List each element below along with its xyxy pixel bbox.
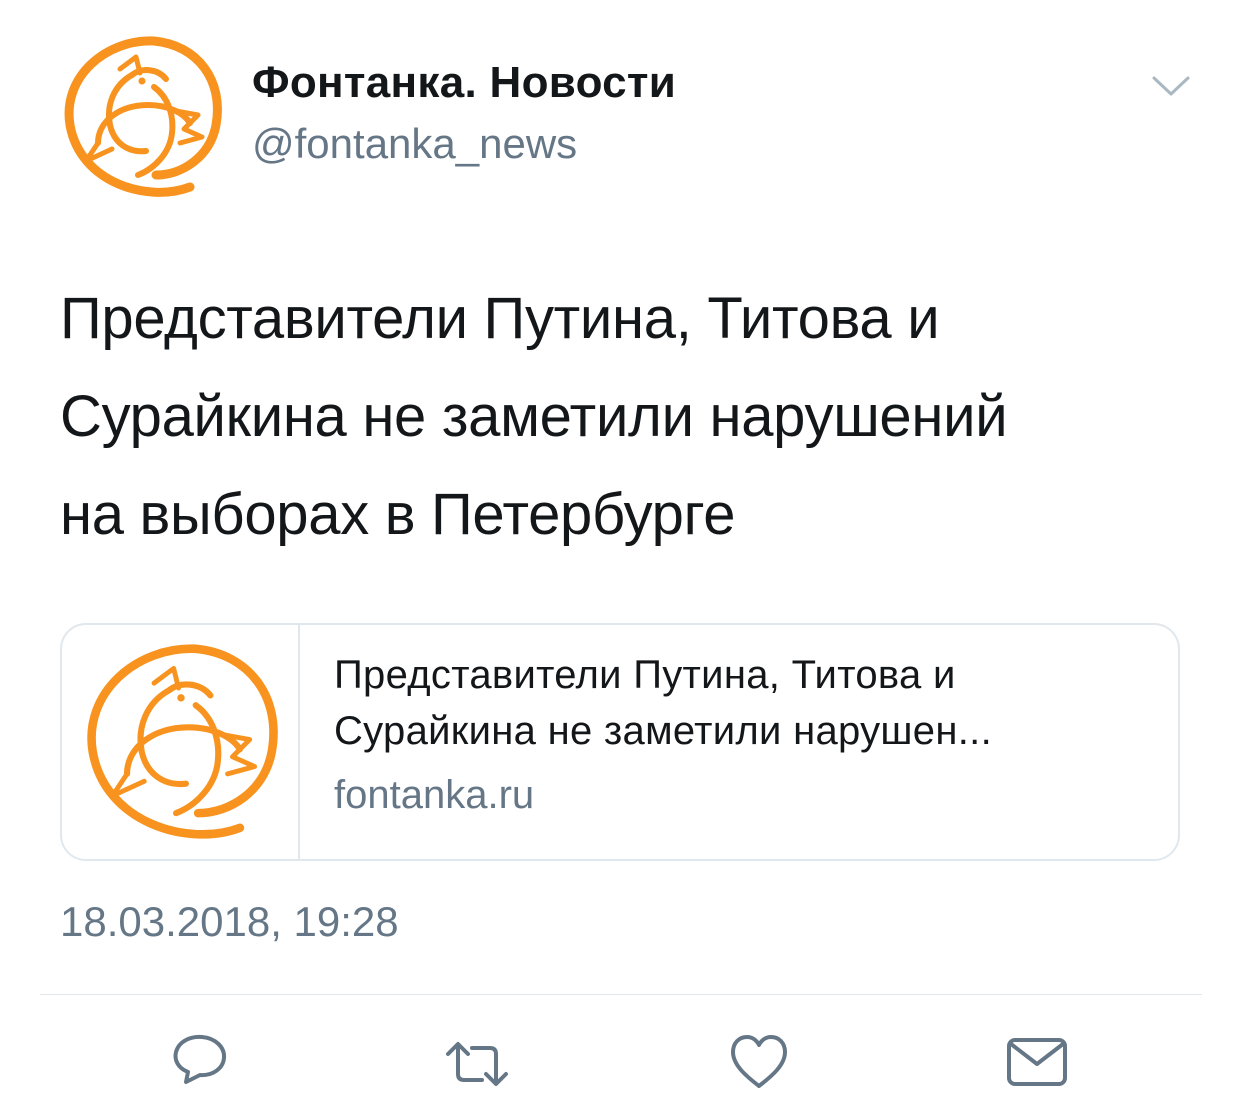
like-button[interactable] [724,1028,794,1098]
reply-button[interactable] [166,1028,236,1098]
card-domain: fontanka.ru [334,773,535,817]
like-icon [731,1035,787,1088]
tweet: Фонтанка. Новости @fontanka_news Предста… [0,0,1242,1108]
share-dm-button[interactable] [1003,1028,1073,1098]
link-card[interactable]: Представители Путина, Титова и Сурайкина… [60,623,1180,861]
avatar[interactable] [58,33,226,201]
chevron-down-icon[interactable] [1150,72,1192,102]
card-title[interactable]: Представители Путина, Титова и Сурайкина… [334,647,1154,759]
tweet-timestamp[interactable]: 18.03.2018, 19:28 [60,898,399,946]
card-title-line: Представители Путина, Титова и [334,653,956,697]
share-dm-icon [1007,1038,1067,1086]
divider [40,994,1202,995]
tweet-text-line: Представители Путина, Титова и [60,286,940,351]
retweet-button[interactable] [442,1028,512,1098]
author-name[interactable]: Фонтанка. Новости [252,58,676,108]
reply-icon [173,1034,227,1084]
card-thumbnail[interactable] [62,625,300,859]
tweet-text: Представители Путина, Титова и Сурайкина… [60,270,1180,564]
tweet-text-line: на выборах в Петербурге [60,482,736,547]
tweet-text-line: Сурайкина не заметили нарушений [60,384,1008,449]
fontanka-bird-logo-icon [87,644,278,839]
fontanka-bird-logo-icon [64,36,222,197]
retweet-icon [446,1042,508,1086]
card-title-line: Сурайкина не заметили нарушен... [334,709,992,753]
author-handle[interactable]: @fontanka_news [252,120,577,168]
